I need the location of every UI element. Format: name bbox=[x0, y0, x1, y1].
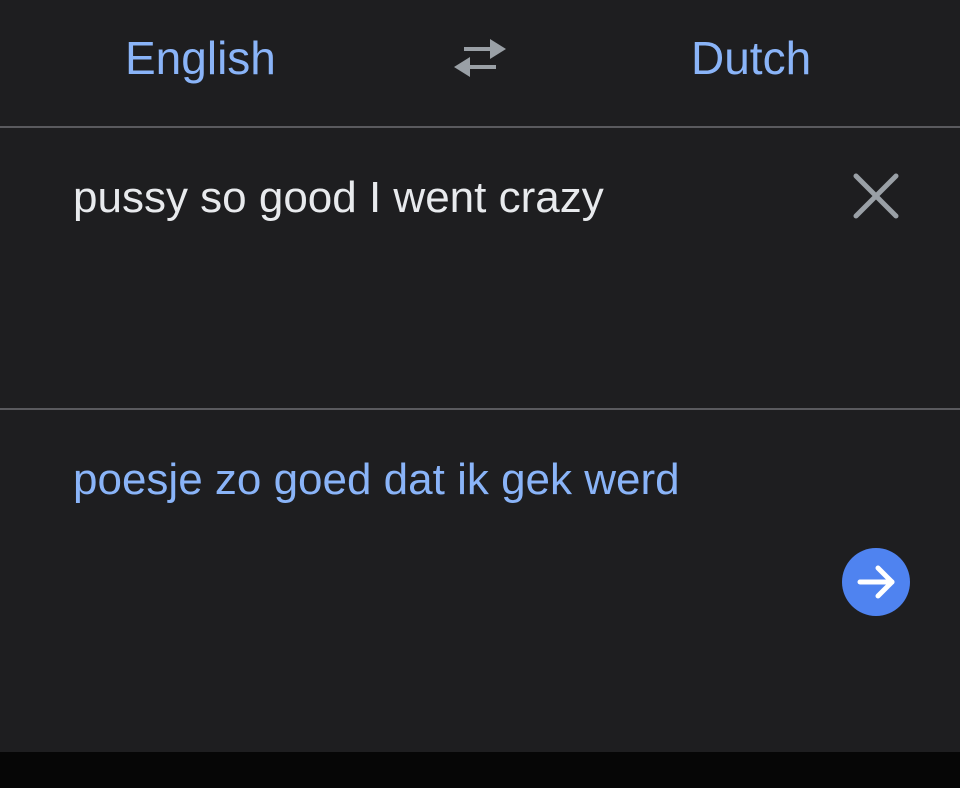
bottom-bar bbox=[0, 752, 960, 788]
translator-app: English Dutch pussy so good I went crazy bbox=[0, 0, 960, 788]
arrow-right-icon bbox=[857, 565, 895, 599]
language-bar: English Dutch bbox=[0, 0, 960, 126]
open-translation-button[interactable] bbox=[842, 548, 910, 616]
translation-output: poesje zo goed dat ik gek werd bbox=[73, 455, 680, 504]
swap-languages-button[interactable] bbox=[450, 34, 510, 82]
close-icon bbox=[853, 173, 899, 219]
swap-arrows-icon bbox=[454, 39, 506, 77]
divider-top bbox=[0, 126, 960, 128]
target-language-button[interactable]: Dutch bbox=[691, 28, 811, 88]
source-language-button[interactable]: English bbox=[125, 28, 276, 88]
source-text-input[interactable]: pussy so good I went crazy bbox=[73, 170, 813, 226]
divider-middle bbox=[0, 408, 960, 410]
clear-input-button[interactable] bbox=[850, 170, 902, 222]
